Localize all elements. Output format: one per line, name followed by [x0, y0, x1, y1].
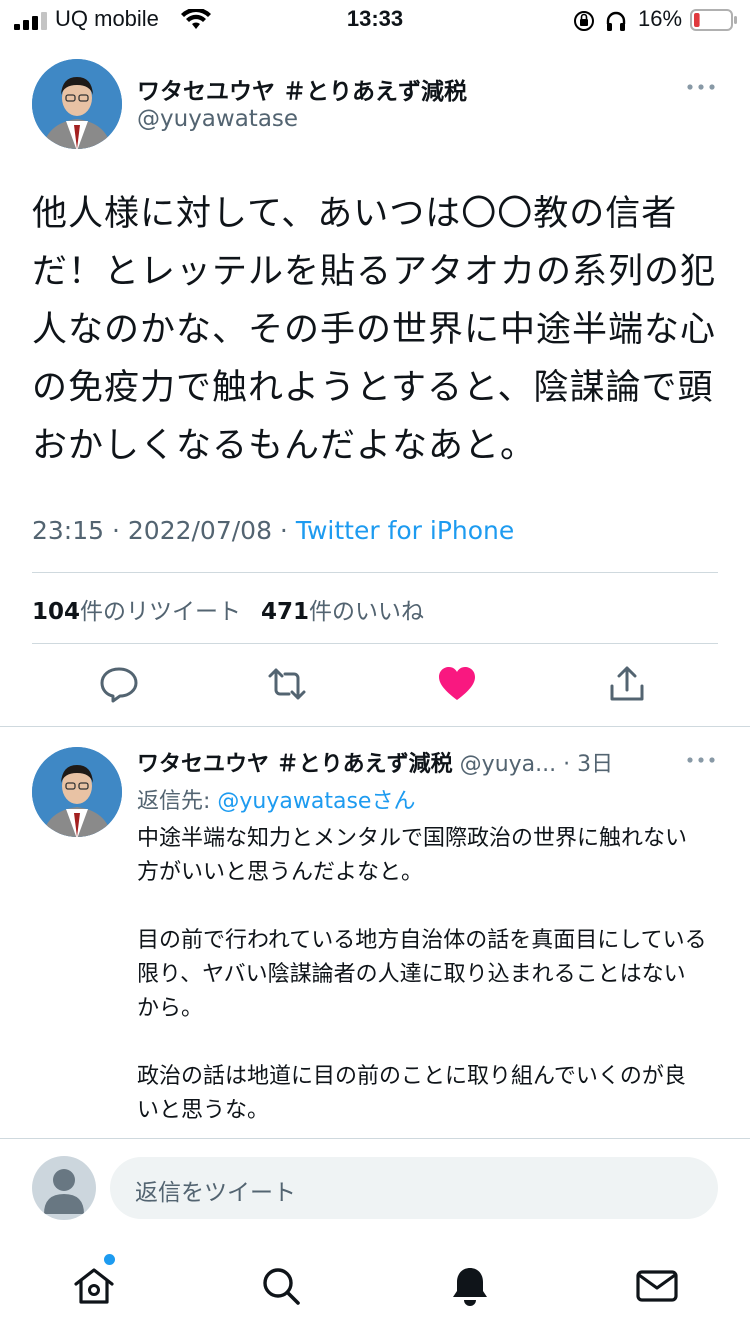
notifications-icon[interactable] [448, 1264, 492, 1308]
engagement-stats: 104件のリツイート 471件のいいね [32, 592, 424, 626]
home-notification-dot [104, 1254, 115, 1265]
tweet-meta: 23:15 · 2022/07/08 · Twitter for iPhone [32, 516, 514, 545]
replying-to-prefix: 返信先: [137, 789, 218, 814]
tweet-source-link[interactable]: Twitter for iPhone [296, 516, 514, 545]
default-avatar-icon [44, 1169, 84, 1214]
like-count: 471 [261, 599, 310, 625]
replying-to: 返信先: @yuyawataseさん [137, 783, 415, 815]
battery-icon [690, 9, 737, 31]
profile-photo [32, 59, 122, 149]
status-bar: UQ mobile 13:33 16% [0, 0, 750, 40]
current-user-avatar[interactable] [32, 1156, 96, 1220]
profile-photo [32, 747, 122, 837]
like-stat[interactable]: 471件のいいね [261, 599, 424, 625]
battery-percent: 16% [638, 6, 683, 31]
divider [32, 572, 718, 573]
divider [0, 726, 750, 727]
like-heart-icon[interactable] [437, 664, 477, 704]
divider [0, 1138, 750, 1139]
retweet-count: 104 [32, 599, 81, 625]
reply-author-handle[interactable]: @yuya... [460, 752, 556, 777]
messages-icon[interactable] [635, 1264, 679, 1308]
reply-compose-input[interactable]: 返信をツイート [110, 1157, 718, 1219]
reply-text: 中途半端な知力とメンタルで国際政治の世界に触れない方がいいと思うんだよなと。 目… [137, 822, 707, 1162]
reply-paragraph: 中途半端な知力とメンタルで国際政治の世界に触れない方がいいと思うんだよなと。 [137, 826, 688, 885]
divider [32, 643, 718, 644]
replying-to-user-link[interactable]: @yuyawataseさん [217, 789, 415, 814]
more-options-icon[interactable] [686, 755, 716, 765]
author-avatar[interactable] [32, 59, 122, 149]
reply-paragraph: 目の前で行われている地方自治体の話を真面目にしている限り、ヤバい陰謀論者の人達に… [137, 928, 707, 1021]
reply-icon[interactable] [99, 664, 139, 704]
home-icon[interactable] [72, 1264, 116, 1308]
reply-author-name[interactable]: ワタセユウヤ ＃とりあえず減税 [137, 752, 453, 777]
like-label: 件のいいね [309, 599, 425, 625]
author-display-name[interactable]: ワタセユウヤ ＃とりあえず減税 [137, 72, 467, 106]
reply-author-avatar[interactable] [32, 747, 122, 837]
retweet-label: 件のリツイート [80, 599, 242, 625]
tweet-timestamp: 23:15 · 2022/07/08 · [32, 516, 296, 545]
search-icon[interactable] [259, 1264, 303, 1308]
retweet-icon[interactable] [267, 664, 307, 704]
tweet-text: 他人様に対して、あいつは〇〇教の信者だ！とレッテルを貼るアタオカの系列の犯人なの… [32, 194, 717, 466]
rotation-lock-icon [574, 11, 594, 31]
retweet-stat[interactable]: 104件のリツイート [32, 599, 241, 625]
headphones-icon [606, 11, 626, 31]
reply-header: ワタセユウヤ ＃とりあえず減税 @yuya... · 3日 [137, 746, 697, 778]
more-options-icon[interactable] [686, 82, 716, 92]
author-handle[interactable]: @yuyawatase [137, 106, 298, 132]
reply-paragraph: 政治の話は地道に目の前のことに取り組んでいくのが良いと思うな。 [137, 1064, 686, 1123]
compose-placeholder: 返信をツイート [135, 1180, 296, 1206]
reply-separator: · [556, 752, 578, 777]
share-icon[interactable] [607, 664, 647, 704]
reply-age: 3日 [577, 752, 614, 777]
